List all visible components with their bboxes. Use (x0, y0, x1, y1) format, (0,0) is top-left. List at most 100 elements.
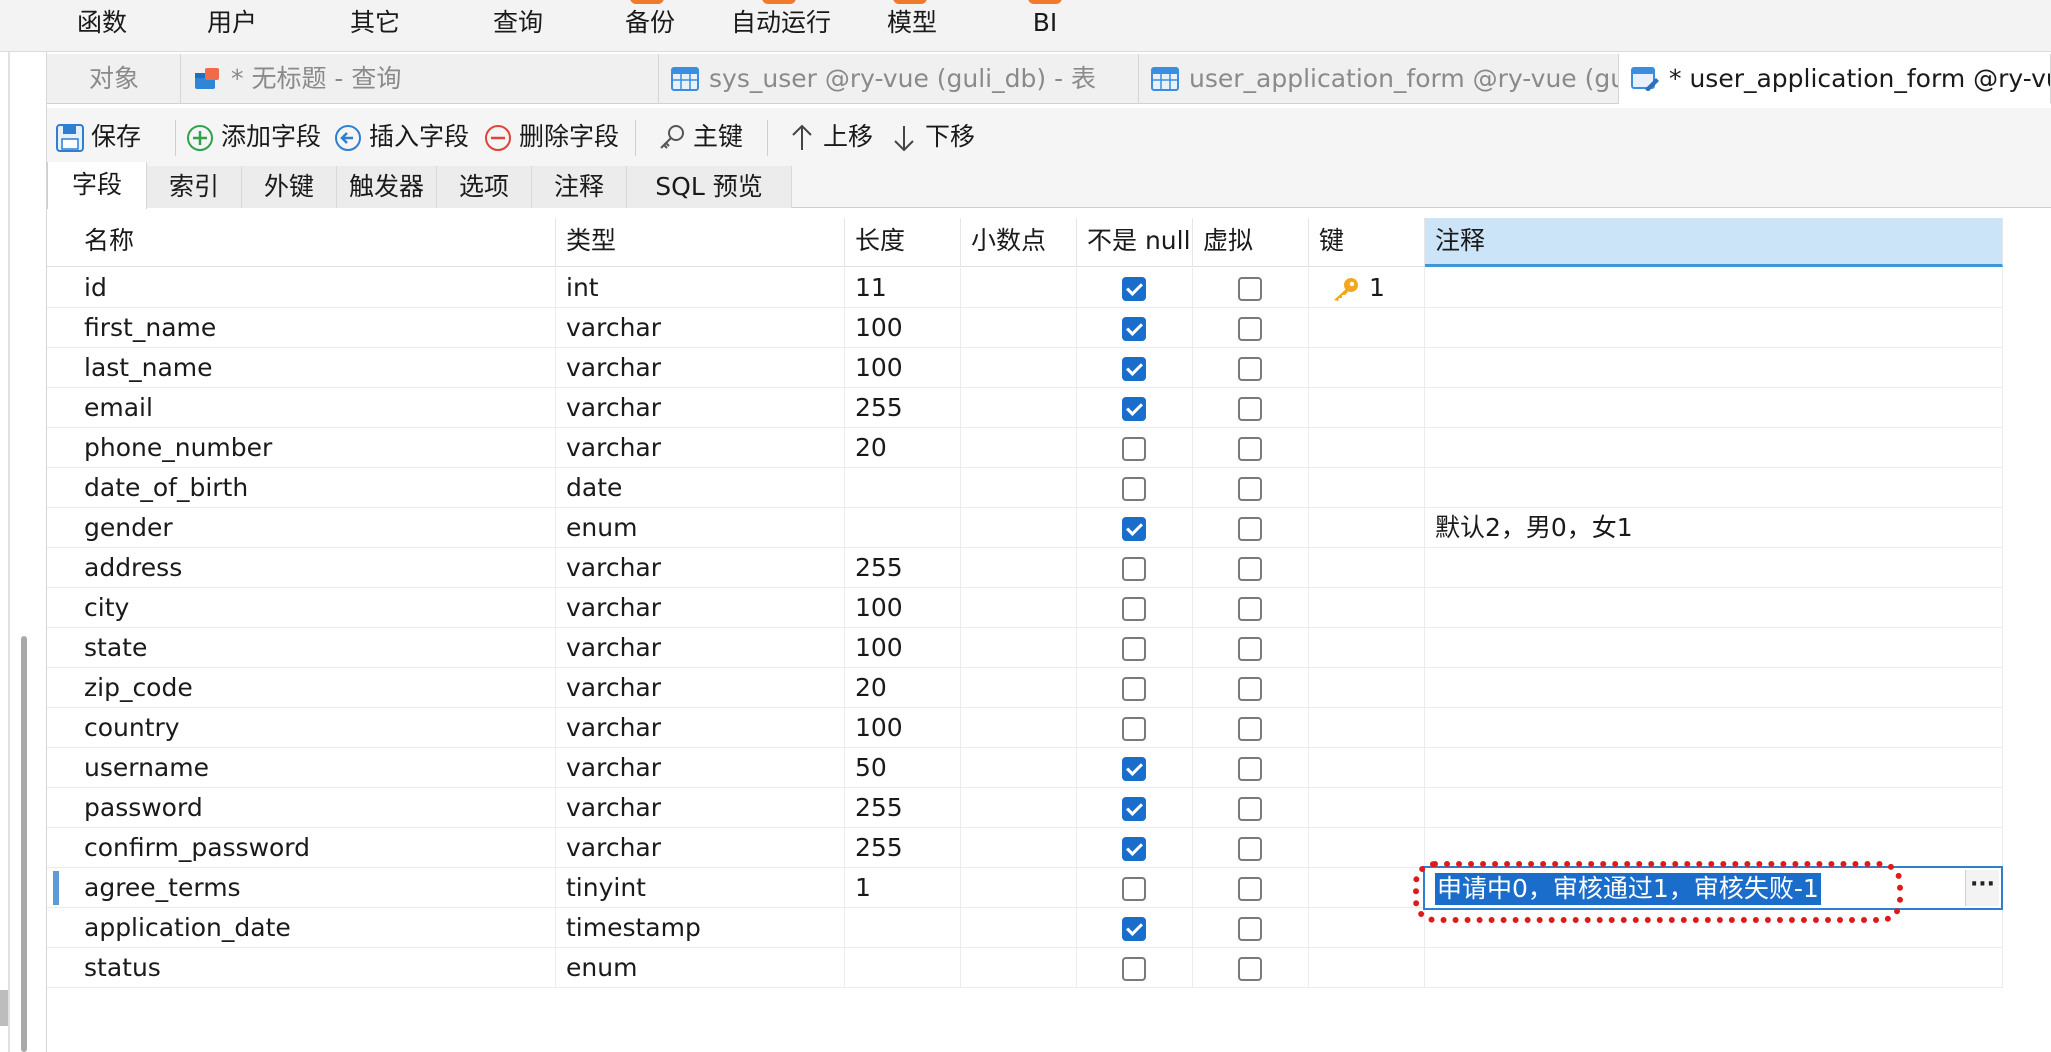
cell-type[interactable]: tinyint (556, 868, 845, 908)
cell-key[interactable] (1309, 948, 1425, 988)
cell-type[interactable]: varchar (556, 748, 845, 788)
tab-options[interactable]: 选项 (437, 166, 532, 208)
header-not-null[interactable]: 不是 null (1077, 218, 1193, 267)
header-length[interactable]: 长度 (845, 218, 961, 267)
virtual-checkbox[interactable] (1238, 317, 1262, 341)
cell-decimals[interactable] (961, 948, 1077, 988)
cell-not-null[interactable] (1077, 828, 1193, 868)
table-row[interactable]: date_of_birth date (47, 468, 2003, 508)
menu-backup[interactable]: 备份 (610, 0, 690, 48)
cell-name[interactable]: city (74, 588, 556, 628)
cell-not-null[interactable] (1077, 908, 1193, 948)
virtual-checkbox[interactable] (1238, 637, 1262, 661)
cell-name[interactable]: state (74, 628, 556, 668)
cell-length[interactable] (845, 948, 961, 988)
cell-not-null[interactable] (1077, 668, 1193, 708)
cell-key[interactable] (1309, 308, 1425, 348)
cell-comment[interactable] (1425, 948, 2003, 988)
not-null-checkbox[interactable] (1122, 397, 1146, 421)
cell-decimals[interactable] (961, 628, 1077, 668)
tab-comment[interactable]: 注释 (532, 166, 627, 208)
tab-sql-preview[interactable]: SQL 预览 (627, 166, 792, 208)
menu-automation[interactable]: 自动运行 (726, 0, 836, 48)
virtual-checkbox[interactable] (1238, 677, 1262, 701)
menu-functions[interactable]: 函数 (62, 0, 142, 48)
cell-decimals[interactable] (961, 588, 1077, 628)
cell-decimals[interactable] (961, 548, 1077, 588)
virtual-checkbox[interactable] (1238, 557, 1262, 581)
cell-virtual[interactable] (1193, 868, 1309, 908)
tab-sys-user[interactable]: sys_user @ry-vue (guli_db) - 表 (659, 54, 1139, 104)
virtual-checkbox[interactable] (1238, 957, 1262, 981)
cell-name[interactable]: last_name (74, 348, 556, 388)
cell-key[interactable] (1309, 788, 1425, 828)
cell-decimals[interactable] (961, 828, 1077, 868)
tab-indexes[interactable]: 索引 (147, 166, 242, 208)
not-null-checkbox[interactable] (1122, 477, 1146, 501)
tab-foreign-keys[interactable]: 外键 (242, 166, 337, 208)
cell-comment[interactable] (1425, 548, 2003, 588)
cell-type[interactable]: varchar (556, 628, 845, 668)
not-null-checkbox[interactable] (1122, 677, 1146, 701)
table-row[interactable]: confirm_password varchar 255 (47, 828, 2003, 868)
cell-not-null[interactable] (1077, 348, 1193, 388)
virtual-checkbox[interactable] (1238, 437, 1262, 461)
virtual-checkbox[interactable] (1238, 717, 1262, 741)
header-name[interactable]: 名称 (74, 218, 556, 267)
cell-name[interactable]: username (74, 748, 556, 788)
comment-editor-selected-text[interactable]: 申请中0，审核通过1，审核失败-1 (1435, 873, 1821, 905)
cell-decimals[interactable] (961, 868, 1077, 908)
cell-key[interactable] (1309, 468, 1425, 508)
not-null-checkbox[interactable] (1122, 877, 1146, 901)
table-row[interactable]: country varchar 100 (47, 708, 2003, 748)
not-null-checkbox[interactable] (1122, 757, 1146, 781)
cell-type[interactable]: date (556, 468, 845, 508)
cell-type[interactable]: varchar (556, 668, 845, 708)
cell-not-null[interactable] (1077, 788, 1193, 828)
cell-decimals[interactable] (961, 308, 1077, 348)
cell-key[interactable] (1309, 748, 1425, 788)
cell-key[interactable] (1309, 508, 1425, 548)
cell-name[interactable]: country (74, 708, 556, 748)
cell-virtual[interactable] (1193, 508, 1309, 548)
cell-type[interactable]: varchar (556, 548, 845, 588)
cell-not-null[interactable] (1077, 548, 1193, 588)
not-null-checkbox[interactable] (1122, 837, 1146, 861)
cell-key[interactable]: 1 (1309, 268, 1425, 308)
table-row[interactable]: state varchar 100 (47, 628, 2003, 668)
cell-length[interactable]: 11 (845, 268, 961, 308)
cell-name[interactable]: password (74, 788, 556, 828)
cell-virtual[interactable] (1193, 348, 1309, 388)
cell-length[interactable]: 20 (845, 428, 961, 468)
cell-decimals[interactable] (961, 908, 1077, 948)
cell-comment[interactable] (1425, 788, 2003, 828)
cell-virtual[interactable] (1193, 828, 1309, 868)
cell-comment[interactable] (1425, 348, 2003, 388)
cell-decimals[interactable] (961, 388, 1077, 428)
cell-key[interactable] (1309, 548, 1425, 588)
cell-length[interactable]: 255 (845, 388, 961, 428)
cell-comment[interactable] (1425, 628, 2003, 668)
primary-key-button[interactable]: 主键 (657, 114, 753, 160)
virtual-checkbox[interactable] (1238, 397, 1262, 421)
not-null-checkbox[interactable] (1122, 357, 1146, 381)
cell-virtual[interactable] (1193, 668, 1309, 708)
not-null-checkbox[interactable] (1122, 597, 1146, 621)
cell-type[interactable]: enum (556, 948, 845, 988)
cell-comment[interactable] (1425, 828, 2003, 868)
cell-key[interactable] (1309, 668, 1425, 708)
cell-key[interactable] (1309, 348, 1425, 388)
not-null-checkbox[interactable] (1122, 717, 1146, 741)
tab-user-application-form[interactable]: user_application_form @ry-vue (gul... (1139, 54, 1619, 104)
cell-name[interactable]: application_date (74, 908, 556, 948)
cell-not-null[interactable] (1077, 748, 1193, 788)
menu-users[interactable]: 用户 (192, 0, 272, 48)
cell-not-null[interactable] (1077, 708, 1193, 748)
tab-untitled-query[interactable]: * 无标题 - 查询 (181, 54, 659, 104)
cell-key[interactable] (1309, 388, 1425, 428)
cell-comment[interactable] (1425, 468, 2003, 508)
cell-name[interactable]: email (74, 388, 556, 428)
cell-type[interactable]: enum (556, 508, 845, 548)
cell-name[interactable]: phone_number (74, 428, 556, 468)
cell-length[interactable]: 100 (845, 308, 961, 348)
